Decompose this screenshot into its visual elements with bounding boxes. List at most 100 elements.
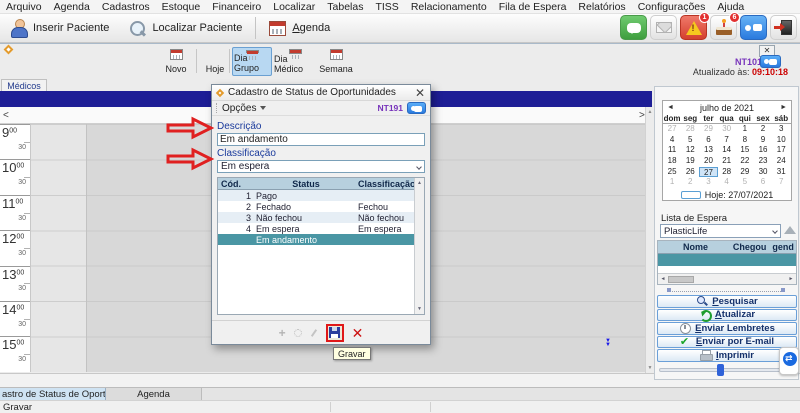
menu-item-tiss[interactable]: TISS (369, 1, 404, 13)
scroll-left-arrow[interactable]: < (3, 110, 9, 121)
table-vertical-scrollbar[interactable]: ▲▼ (414, 178, 424, 314)
birthdays-button[interactable]: 6 (710, 15, 737, 40)
waiting-list-selected-row[interactable] (658, 254, 796, 266)
calendar-day[interactable]: 13 (699, 145, 717, 156)
calendar-day[interactable]: 4 (718, 177, 736, 188)
calendar-day[interactable]: 23 (754, 156, 772, 167)
trackbar-handle[interactable] (717, 364, 724, 376)
edit-icon[interactable] (311, 329, 317, 337)
calendar-day[interactable]: 3 (772, 124, 790, 135)
people-icon[interactable] (407, 102, 426, 114)
calendar-day[interactable]: 11 (663, 145, 681, 156)
calendar-day[interactable]: 5 (681, 135, 699, 146)
calendar-day[interactable]: 19 (681, 156, 699, 167)
calendar-day[interactable]: 31 (772, 167, 790, 178)
dia-medico-button[interactable]: Dia Médico (273, 47, 317, 76)
calendar-day[interactable]: 9 (754, 135, 772, 146)
imprimir-button[interactable]: Imprimir (657, 349, 797, 362)
atualizar-button[interactable]: Atualizar (657, 309, 797, 322)
calendar-day[interactable]: 28 (681, 124, 699, 135)
locate-patient-button[interactable]: Localizar Paciente (119, 15, 252, 41)
calendar-day[interactable]: 7 (772, 177, 790, 188)
messages-button[interactable] (740, 15, 767, 40)
calendar-day[interactable]: 1 (663, 177, 681, 188)
calendar-day[interactable]: 16 (754, 145, 772, 156)
calendar-day[interactable]: 17 (772, 145, 790, 156)
today-row[interactable]: Hoje: 27/07/2021 (663, 188, 791, 201)
menu-item-fila-de-espera[interactable]: Fila de Espera (493, 1, 573, 13)
scroll-right-arrow[interactable]: > (639, 110, 645, 121)
more-below-icon[interactable]: ▼▼ (605, 339, 611, 347)
calendar-day[interactable]: 6 (699, 135, 717, 146)
waiting-list-hscrollbar[interactable]: ◄ ► (658, 273, 796, 284)
calendar-day[interactable]: 10 (772, 135, 790, 146)
calendar-day[interactable]: 18 (663, 156, 681, 167)
status-row[interactable]: 3Não fechouNão fechou (218, 212, 424, 223)
calendar-day[interactable]: 4 (663, 135, 681, 146)
dia-grupo-button[interactable]: Dia Grupo (232, 47, 272, 76)
calendar-day[interactable]: 27 (699, 167, 717, 178)
menu-item-cadastros[interactable]: Cadastros (96, 1, 156, 13)
enviar-email-button[interactable]: Enviar por E-mail (657, 336, 797, 349)
classificacao-select[interactable]: Em espera (217, 160, 425, 173)
calendar-day[interactable]: 30 (718, 124, 736, 135)
calendar-day[interactable]: 7 (718, 135, 736, 146)
calendar-day[interactable]: 27 (663, 124, 681, 135)
status-row[interactable]: Em andamento (218, 234, 424, 245)
scroll-thumb[interactable] (668, 276, 694, 283)
calendar-day[interactable]: 6 (754, 177, 772, 188)
menu-item-relatórios[interactable]: Relatórios (572, 1, 631, 13)
refresh-icon[interactable] (294, 329, 302, 337)
calendar-day[interactable]: 5 (736, 177, 754, 188)
menu-item-financeiro[interactable]: Financeiro (206, 1, 267, 13)
tab-status-cadastro[interactable]: astro de Status de Oportunid (0, 388, 106, 400)
menu-item-tabelas[interactable]: Tabelas (321, 1, 369, 13)
status-row[interactable]: 2FechadoFechou (218, 201, 424, 212)
menu-item-configurações[interactable]: Configurações (632, 1, 712, 13)
calendar-day[interactable]: 8 (736, 135, 754, 146)
tab-medicos[interactable]: Médicos (1, 79, 47, 91)
calendar-day[interactable]: 20 (699, 156, 717, 167)
next-month-arrow[interactable]: ► (780, 104, 787, 111)
calendar-day[interactable]: 29 (736, 167, 754, 178)
dialog-close-button[interactable]: ✕ (415, 87, 425, 99)
list-size-slider[interactable] (667, 286, 785, 292)
calendar-day[interactable]: 12 (681, 145, 699, 156)
add-icon[interactable]: + (279, 328, 286, 338)
zoom-trackbar[interactable] (659, 364, 781, 376)
opcoes-menu[interactable]: Opções (222, 103, 266, 114)
scroll-right-icon[interactable]: ► (786, 276, 796, 282)
descricao-input[interactable] (217, 133, 425, 146)
calendar-day[interactable]: 21 (718, 156, 736, 167)
enviar-lembretes-button[interactable]: Enviar Lembretes (657, 322, 797, 335)
menu-item-relacionamento[interactable]: Relacionamento (405, 1, 493, 13)
mail-button[interactable] (650, 15, 677, 40)
tab-agenda[interactable]: Agenda (106, 388, 202, 400)
menu-item-estoque[interactable]: Estoque (156, 1, 207, 13)
menu-item-localizar[interactable]: Localizar (267, 1, 321, 13)
calendar-day[interactable]: 15 (736, 145, 754, 156)
pesquisar-button[interactable]: Pesquisar (657, 295, 797, 308)
chat-button[interactable] (620, 15, 647, 40)
calendar-day[interactable]: 1 (736, 124, 754, 135)
menu-item-ajuda[interactable]: Ajuda (711, 1, 750, 13)
calendar-day[interactable]: 26 (681, 167, 699, 178)
delete-button[interactable]: ✕ (352, 326, 364, 340)
clinic-select[interactable]: PlasticLife (660, 224, 781, 238)
calendar-day[interactable]: 22 (736, 156, 754, 167)
calendar-day[interactable]: 25 (663, 167, 681, 178)
agenda-button[interactable]: Agenda (259, 15, 340, 41)
calendar-day[interactable]: 2 (681, 177, 699, 188)
alerts-button[interactable]: 1 (680, 15, 707, 40)
agenda-vertical-scrollbar[interactable]: ▲▼ (645, 107, 654, 373)
calendar-day[interactable]: 14 (718, 145, 736, 156)
hoje-button[interactable]: Hoje (200, 47, 230, 76)
save-button[interactable] (326, 324, 344, 342)
calendar-day[interactable]: 30 (754, 167, 772, 178)
calendar-day[interactable]: 3 (699, 177, 717, 188)
menu-item-arquivo[interactable]: Arquivo (0, 1, 48, 13)
calendar-day[interactable]: 2 (754, 124, 772, 135)
menu-item-agenda[interactable]: Agenda (48, 1, 96, 13)
novo-button[interactable]: Novo (160, 47, 192, 76)
collapse-arrow-icon[interactable] (784, 226, 796, 234)
